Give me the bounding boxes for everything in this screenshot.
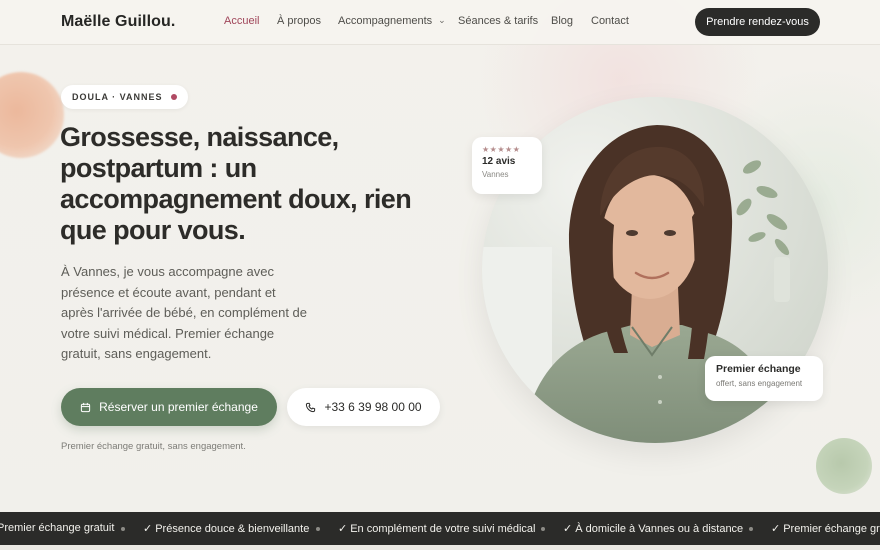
location-badge: DOULA · VANNES: [61, 85, 188, 109]
nav-item-blog[interactable]: Blog: [551, 15, 573, 27]
decorative-blob-green: [816, 438, 872, 494]
ticker-separator: [749, 527, 753, 531]
hero-headline: Grossesse, naissance, postpartum : un ac…: [60, 122, 412, 245]
ticker-item-label: Premier échange gratuit: [0, 522, 115, 534]
check-icon: ✓: [563, 523, 573, 535]
ticker-item: Premier échange gratuit: [0, 522, 114, 534]
book-appointment-button[interactable]: Prendre rendez-vous: [695, 8, 820, 36]
ticker-separator: [541, 527, 545, 531]
book-first-call-button[interactable]: Réserver un premier échange: [61, 388, 277, 426]
calendar-icon: [80, 402, 91, 413]
ticker-item: ✓ En complément de votre suivi médical: [338, 522, 535, 535]
hero-note: Premier échange gratuit, sans engagement…: [61, 441, 246, 452]
check-icon: ✓: [771, 523, 781, 535]
free-call-card: Premier échange offert, sans engagement: [705, 356, 823, 401]
badge-label: DOULA · VANNES: [72, 92, 163, 102]
ticker-item: ✓ À domicile à Vannes ou à distance: [563, 522, 743, 535]
ticker-track: Premier échange gratuit ✓ Présence douce …: [0, 512, 880, 545]
ticker-item: ✓ Présence douce & bienveillante: [143, 522, 309, 535]
nav-item-accueil[interactable]: Accueil: [224, 15, 259, 27]
nav-item-contact[interactable]: Contact: [591, 15, 629, 27]
ticker-separator: [121, 527, 125, 531]
nav-item-seances-tarifs[interactable]: Séances & tarifs: [458, 15, 538, 27]
review-location: Vannes: [482, 170, 509, 179]
check-icon: ✓: [143, 523, 153, 535]
chevron-down-icon: ⌄: [438, 15, 446, 25]
hero-lead: À Vannes, je vous accompagne avec présen…: [61, 264, 308, 361]
nav-item-accompagnements[interactable]: Accompagnements ⌄: [338, 15, 446, 27]
ticker-item-label: Premier échange gratuit: [783, 523, 880, 535]
review-count: 12 avis: [482, 156, 516, 167]
offer-title: Premier échange: [716, 363, 801, 375]
badge-dot: [170, 94, 177, 100]
phone-number: +33 6 39 98 00 00: [324, 400, 422, 414]
nav-item-a-propos[interactable]: À propos: [277, 15, 321, 27]
book-first-call-label: Réserver un premier échange: [99, 400, 258, 414]
site-header: Maëlle Guillou. Accueil À propos Accompa…: [0, 0, 880, 45]
ticker-item-label: En complément de votre suivi médical: [350, 523, 536, 535]
ticker-item-label: À domicile à Vannes ou à distance: [575, 523, 744, 535]
nav-item-accompagnements-label: Accompagnements: [338, 15, 433, 27]
ticker-item: ✓Premier échange gratuit: [771, 522, 880, 535]
page-bottom-edge: [0, 545, 880, 550]
ticker-item-label: Présence douce & bienveillante: [155, 523, 310, 535]
ticker-separator: [316, 527, 320, 531]
phone-button[interactable]: +33 6 39 98 00 00: [287, 388, 440, 426]
reviews-card: ★★★★★ 12 avis Vannes: [472, 137, 542, 194]
check-icon: ✓: [338, 523, 348, 535]
offer-subtitle: offert, sans engagement: [716, 379, 803, 388]
phone-icon: [305, 402, 316, 413]
star-rating-icon: ★★★★★: [482, 145, 521, 154]
benefits-ticker: Premier échange gratuit ✓ Présence douce …: [0, 512, 880, 545]
